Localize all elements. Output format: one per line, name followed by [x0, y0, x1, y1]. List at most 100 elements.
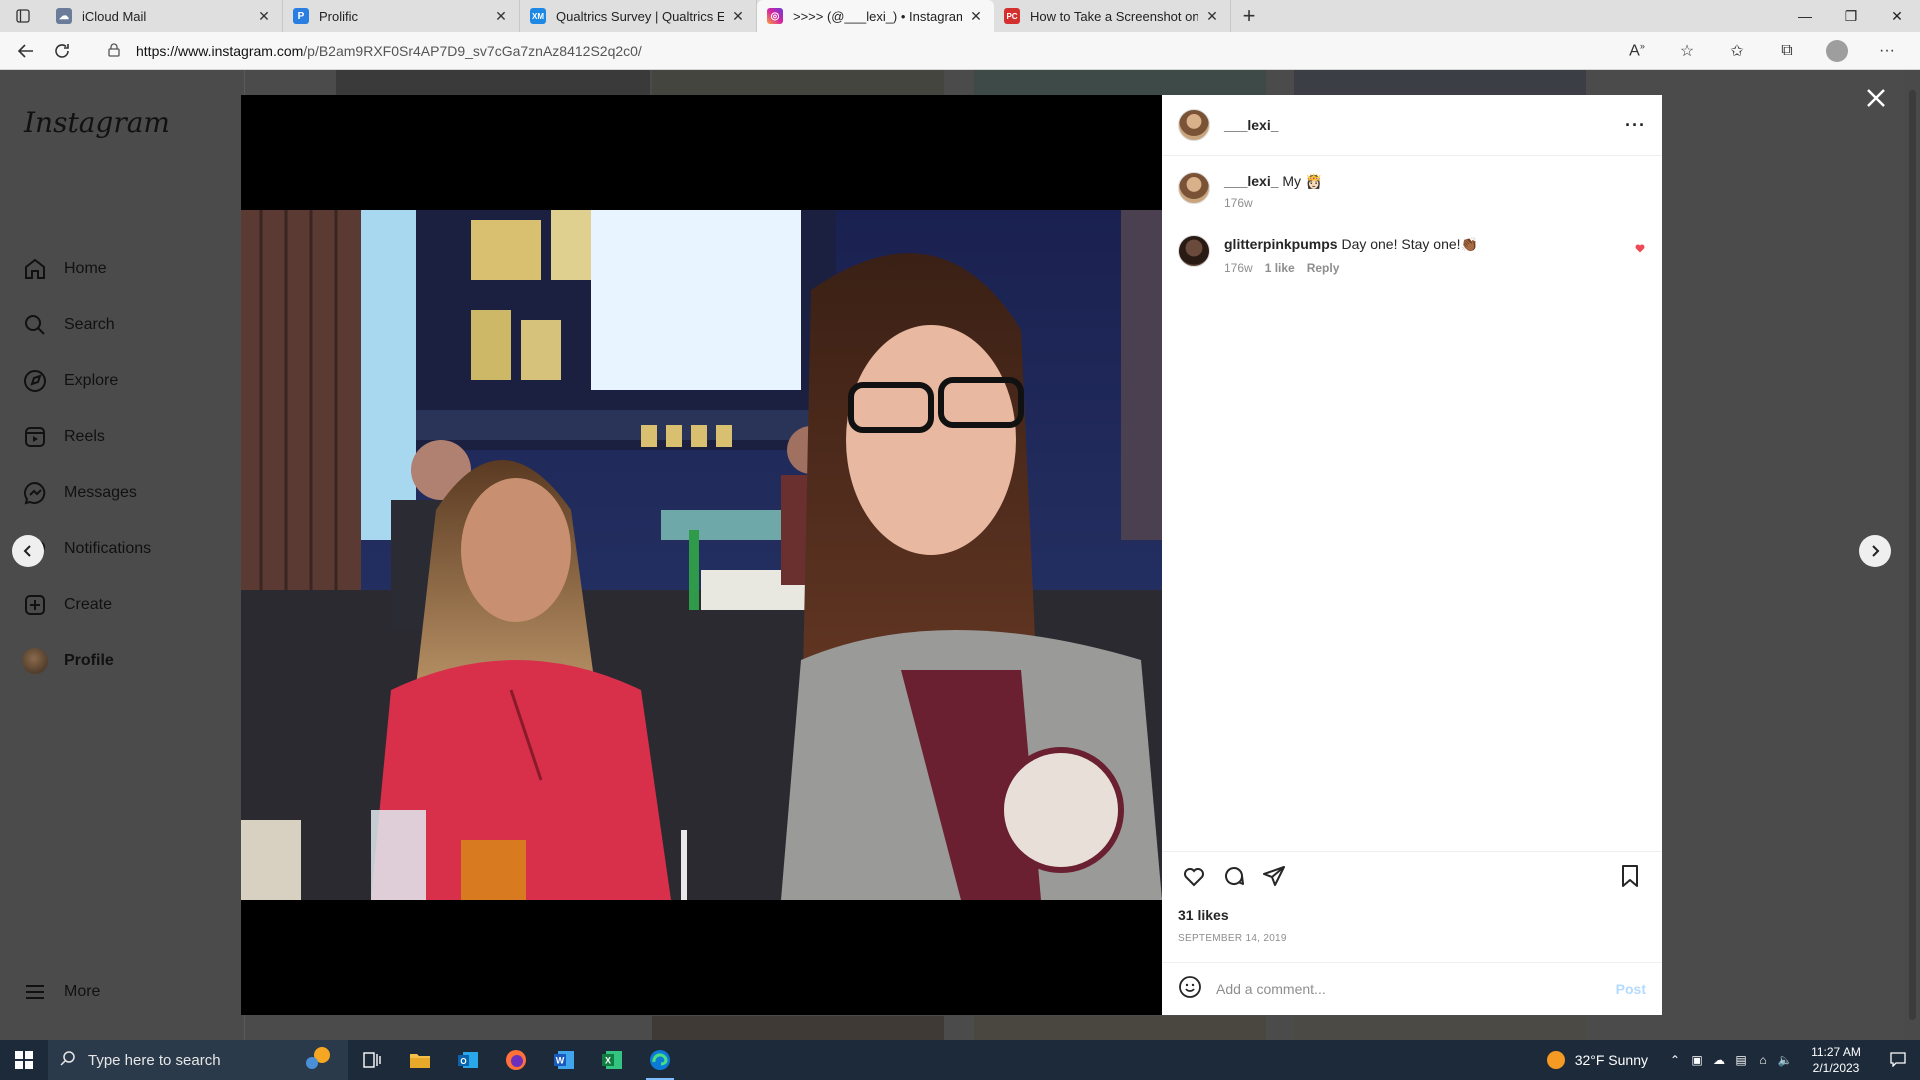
post-media[interactable]	[241, 95, 1162, 1015]
lock-icon[interactable]	[104, 42, 124, 60]
background-post-tile	[1294, 1016, 1586, 1040]
next-post-button[interactable]	[1859, 535, 1891, 567]
close-tab-icon[interactable]: ✕	[968, 8, 984, 25]
url-host: https://www.instagram.com	[136, 43, 304, 59]
page-scrollbar[interactable]	[1905, 70, 1920, 1040]
post-date[interactable]: SEPTEMBER 14, 2019	[1178, 933, 1287, 944]
post-header: ___lexi_ ···	[1162, 95, 1662, 156]
comment-username[interactable]: glitterpinkpumps	[1224, 236, 1338, 252]
chevron-up-icon[interactable]: ⌃	[1664, 1053, 1686, 1067]
address-bar[interactable]: https://www.instagram.com/p/B2am9RXF0Sr4…	[104, 36, 1704, 66]
sidebar-item-profile[interactable]: Profile	[22, 641, 114, 681]
sidebar-item-messages[interactable]: Messages	[22, 473, 137, 513]
close-tab-icon[interactable]: ✕	[256, 8, 272, 25]
sidebar-item-more[interactable]: More	[22, 972, 100, 1012]
tab-qualtrics[interactable]: XM Qualtrics Survey | Qualtrics Experi ✕	[520, 0, 757, 32]
close-tab-icon[interactable]: ✕	[730, 8, 746, 25]
close-tab-icon[interactable]: ✕	[1204, 8, 1220, 25]
post-details-panel: ___lexi_ ··· ___lexi_ My 👸🏻 176w glitter…	[1162, 95, 1662, 1015]
tab-actions-icon[interactable]	[0, 0, 46, 32]
read-aloud-icon[interactable]: A»	[1612, 41, 1662, 60]
taskbar-search[interactable]: Type here to search	[48, 1040, 348, 1080]
sidebar-item-search[interactable]: Search	[22, 305, 115, 345]
prolific-favicon: P	[293, 8, 309, 24]
like-icon[interactable]	[1174, 856, 1214, 896]
avatar[interactable]	[1178, 235, 1210, 267]
comment-input[interactable]	[1216, 981, 1616, 997]
close-icon[interactable]	[1862, 84, 1890, 112]
new-tab-button[interactable]: +	[1231, 0, 1267, 32]
comment-likes[interactable]: 1 like	[1265, 259, 1295, 277]
browser-tab-bar: ☁ iCloud Mail ✕ P Prolific ✕ XM Qualtric…	[0, 0, 1920, 32]
like-count[interactable]: 31 likes	[1178, 907, 1229, 923]
weather-widget[interactable]: 32°F Sunny	[1546, 1051, 1648, 1069]
clock[interactable]: 11:27 AM 2/1/2023	[1796, 1044, 1876, 1076]
bookmark-icon[interactable]	[1610, 856, 1650, 896]
avatar[interactable]	[1178, 109, 1210, 141]
caption-username[interactable]: ___lexi_	[1224, 173, 1279, 189]
emoji-icon[interactable]	[1178, 975, 1202, 1004]
firefox-icon[interactable]	[492, 1040, 540, 1080]
volume-icon[interactable]: 🔈	[1774, 1053, 1796, 1067]
start-icon[interactable]	[0, 1040, 48, 1080]
instagram-logo[interactable]: Instagram	[24, 106, 170, 139]
messenger-icon	[22, 480, 48, 506]
icloud-favicon: ☁	[56, 8, 72, 24]
file-explorer-icon[interactable]	[396, 1040, 444, 1080]
comment-item: glitterpinkpumps Day one! Stay one!👏🏾 17…	[1178, 235, 1646, 277]
background-post-tile	[974, 1016, 1266, 1040]
meet-now-icon[interactable]: ▣	[1686, 1053, 1708, 1067]
home-icon	[22, 256, 48, 282]
task-view-icon[interactable]	[348, 1040, 396, 1080]
scrollbar-thumb[interactable]	[1909, 90, 1916, 1020]
more-options-icon[interactable]: ···	[1625, 115, 1646, 136]
restore-icon[interactable]: ❐	[1828, 0, 1874, 32]
excel-icon[interactable]: X	[588, 1040, 636, 1080]
tab-instagram[interactable]: ◎ >>>> (@___lexi_) • Instagram p ✕	[757, 0, 994, 32]
sidebar-item-home[interactable]: Home	[22, 249, 107, 289]
tab-title: Qualtrics Survey | Qualtrics Experi	[556, 8, 724, 24]
display-icon[interactable]: ▤	[1730, 1053, 1752, 1067]
close-window-icon[interactable]: ✕	[1874, 0, 1920, 32]
notification-icon[interactable]	[1876, 1051, 1920, 1070]
post-username[interactable]: ___lexi_	[1224, 117, 1279, 133]
collections-icon[interactable]: ⧉	[1762, 42, 1812, 60]
settings-more-icon[interactable]: ···	[1862, 42, 1912, 60]
refresh-icon[interactable]	[44, 36, 80, 66]
avatar[interactable]	[1178, 172, 1210, 204]
tab-pcmag[interactable]: PC How to Take a Screenshot on An ✕	[994, 0, 1231, 32]
network-icon[interactable]: ⌂	[1752, 1053, 1774, 1067]
post-comment-button[interactable]: Post	[1616, 981, 1646, 997]
edge-icon[interactable]	[636, 1040, 684, 1080]
comment-icon[interactable]	[1214, 856, 1254, 896]
comment-time[interactable]: 176w	[1224, 259, 1253, 277]
chevron-left-icon	[23, 545, 31, 557]
previous-post-button[interactable]	[12, 535, 44, 567]
tab-icloud-mail[interactable]: ☁ iCloud Mail ✕	[46, 0, 283, 32]
tab-title: >>>> (@___lexi_) • Instagram p	[793, 8, 962, 24]
sidebar-item-explore[interactable]: Explore	[22, 361, 118, 401]
sidebar-item-label: Notifications	[64, 540, 152, 557]
close-tab-icon[interactable]: ✕	[493, 8, 509, 25]
tab-prolific[interactable]: P Prolific ✕	[283, 0, 520, 32]
back-icon[interactable]	[8, 36, 44, 66]
sidebar-item-create[interactable]: Create	[22, 585, 112, 625]
onedrive-icon[interactable]: ☁	[1708, 1053, 1730, 1067]
url-path: /p/B2am9RXF0Sr4AP7D9_sv7cGa7znAz8412S2q2…	[303, 43, 642, 59]
caption-time[interactable]: 176w	[1224, 194, 1253, 212]
liked-heart-icon[interactable]	[1634, 241, 1646, 259]
sun-icon	[1546, 1051, 1565, 1069]
outlook-icon[interactable]: O	[444, 1040, 492, 1080]
add-favorite-icon[interactable]: ☆	[1662, 41, 1712, 61]
caption-body: ___lexi_ My 👸🏻 176w	[1224, 172, 1322, 212]
sidebar-item-reels[interactable]: Reels	[22, 417, 105, 457]
sidebar-item-label: Messages	[64, 484, 137, 501]
word-icon[interactable]: W	[540, 1040, 588, 1080]
favorites-icon[interactable]: ✩	[1712, 41, 1762, 61]
reply-button[interactable]: Reply	[1307, 259, 1340, 277]
share-icon[interactable]	[1254, 856, 1294, 896]
minimize-icon[interactable]: —	[1782, 0, 1828, 32]
svg-text:X: X	[605, 1056, 611, 1066]
plus-square-icon	[22, 592, 48, 618]
profile-icon[interactable]	[1812, 40, 1862, 62]
